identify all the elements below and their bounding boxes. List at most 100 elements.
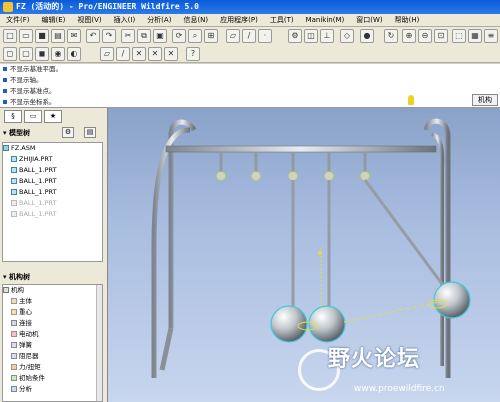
undo-icon[interactable]: ↶	[86, 29, 100, 43]
saved-views-icon[interactable]: ▦	[468, 29, 482, 43]
menu-analysis[interactable]: 分析(A)	[141, 14, 177, 27]
menu-info[interactable]: 信息(N)	[177, 14, 214, 27]
assembly-icon	[3, 145, 9, 151]
cut-icon[interactable]: ✂	[121, 29, 135, 43]
motors-icon	[11, 331, 17, 337]
tree-item[interactable]: BALL_1.PRT	[3, 165, 102, 176]
tree-item[interactable]: 初始条件	[3, 373, 102, 384]
menu-tools[interactable]: 工具(T)	[264, 14, 300, 27]
view-cube-icon[interactable]: ◻	[3, 47, 17, 61]
tree-item[interactable]: 分析	[3, 384, 102, 395]
main-toolbar: □ ▭ ■ ▤ ✉ ↶ ↷ ✂ ⧉ ▣ ⟳ ⌕ ⊞ ▱ / · ⚙ ◫ ⊥ ◇ …	[0, 27, 500, 45]
tree-item[interactable]: 机构	[3, 285, 102, 296]
open-icon[interactable]: ▭	[19, 29, 33, 43]
bodies-icon	[11, 298, 17, 304]
context-help-icon[interactable]: ?	[186, 47, 200, 61]
redo-icon[interactable]: ↷	[102, 29, 116, 43]
no-hidden-icon[interactable]: ◼	[35, 47, 49, 61]
tab-folder-browser[interactable]: ▭	[24, 110, 42, 123]
regenerate-icon[interactable]: ⟳	[172, 29, 186, 43]
watermark-text: 野火论坛	[328, 347, 421, 372]
datum-axis-icon[interactable]: /	[242, 29, 256, 43]
tree-item[interactable]: BALL_1.PRT	[3, 187, 102, 198]
tree-item[interactable]: ZHIJIA.PRT	[3, 154, 102, 165]
mechanism-tree-scrollbar[interactable]	[96, 285, 102, 401]
email-icon[interactable]: ✉	[67, 29, 81, 43]
shaded-icon[interactable]: ◉	[51, 47, 65, 61]
mechanism-icon[interactable]: ⚙	[288, 29, 302, 43]
mechanism-tree-header[interactable]: ▾ 机构树	[0, 270, 107, 284]
show-icon[interactable]: ▤	[84, 127, 96, 138]
tree-item[interactable]: BALL_1.PRT	[3, 198, 102, 209]
menu-view[interactable]: 视图(V)	[71, 14, 107, 27]
menu-insert[interactable]: 插入(I)	[108, 14, 142, 27]
menu-file[interactable]: 文件(F)	[0, 14, 36, 27]
paste-icon[interactable]: ▣	[153, 29, 167, 43]
hide-icon[interactable]: ◫	[304, 29, 318, 43]
orient-icon[interactable]: ⬚	[452, 29, 466, 43]
message-line: 不显示基准点。	[0, 86, 500, 97]
part-icon	[11, 189, 17, 195]
new-icon[interactable]: □	[3, 29, 17, 43]
layers-icon[interactable]: ≡	[484, 29, 498, 43]
tree-item[interactable]: FZ.ASM	[3, 143, 102, 154]
print-icon[interactable]: ▤	[51, 29, 65, 43]
part-icon	[11, 167, 17, 173]
tree-item[interactable]: 电动机	[3, 329, 102, 340]
csys-toggle-icon[interactable]: ✕	[148, 47, 162, 61]
refit-icon[interactable]: ⊡	[434, 29, 448, 43]
menu-edit[interactable]: 编辑(E)	[36, 14, 72, 27]
tree-item[interactable]: 重心	[3, 307, 102, 318]
dampers-icon	[11, 353, 17, 359]
part-icon	[11, 178, 17, 184]
gravity-icon	[11, 309, 17, 315]
message-area: 不显示基准平面。 不显示轴。 不显示基准点。 不显示坐标系。	[0, 64, 500, 108]
app-icon	[3, 2, 13, 12]
tree-item[interactable]: BALL_1.PRT	[3, 176, 102, 187]
tab-favorites[interactable]: ★	[44, 110, 62, 123]
points-toggle-icon[interactable]: ✕	[132, 47, 146, 61]
enhanced-realism-icon[interactable]: ◐	[67, 47, 81, 61]
spin-icon[interactable]: ↻	[384, 29, 398, 43]
hidden-line-icon[interactable]: ▢	[19, 47, 33, 61]
mechanism-icon	[3, 287, 9, 293]
zoom-out-icon[interactable]: ⊖	[418, 29, 432, 43]
force-icon	[11, 364, 17, 370]
menu-window[interactable]: 窗口(W)	[350, 14, 388, 27]
tree-item[interactable]: 弹簧	[3, 340, 102, 351]
datum-planes-toggle-icon[interactable]: ▱	[100, 47, 114, 61]
tree-item[interactable]: 主体	[3, 296, 102, 307]
model-tree-header[interactable]: ▾ 模型树 ⚙ ▤	[0, 126, 107, 140]
settings-icon[interactable]: ⚙	[62, 127, 74, 138]
watermark-url: www.proewildfire.cn	[354, 384, 445, 394]
datum-point-icon[interactable]: ·	[258, 29, 272, 43]
shading-icon[interactable]: ●	[360, 29, 374, 43]
message-line: 不显示基准平面。	[0, 64, 500, 75]
menu-help[interactable]: 帮助(H)	[389, 14, 426, 27]
menu-manikin[interactable]: Manikin(M)	[300, 14, 351, 27]
mechanism-tree: 机构 主体 重心 连接 电动机 弹簧 阻尼器 力/扭矩 初始条件 分析	[2, 284, 103, 402]
datum-plane-icon[interactable]: ▱	[226, 29, 240, 43]
status-bulb-icon[interactable]	[408, 95, 414, 105]
csys-icon[interactable]: ⊥	[320, 29, 334, 43]
analyses-icon	[11, 386, 17, 392]
tree-item[interactable]: 力/扭矩	[3, 362, 102, 373]
springs-icon	[11, 342, 17, 348]
tree-item[interactable]: BALL_1.PRT	[3, 209, 102, 220]
select-icon[interactable]: ⊞	[204, 29, 218, 43]
zoom-in-icon[interactable]: ⊕	[402, 29, 416, 43]
tab-model-tree[interactable]: §	[4, 110, 22, 123]
part-icon	[11, 156, 17, 162]
axes-toggle-icon[interactable]: /	[116, 47, 130, 61]
mode-badge: 机构	[472, 94, 498, 106]
wireframe-icon[interactable]: ◇	[340, 29, 354, 43]
secondary-toolbar: ◻ ▢ ◼ ◉ ◐ ▱ / ✕ ✕ ✕ ?	[0, 45, 500, 63]
tree-item[interactable]: 阻尼器	[3, 351, 102, 362]
tree-item[interactable]: 连接	[3, 318, 102, 329]
save-icon[interactable]: ■	[35, 29, 49, 43]
part-icon	[11, 211, 17, 217]
find-icon[interactable]: ⌕	[188, 29, 202, 43]
copy-icon[interactable]: ⧉	[137, 29, 151, 43]
menu-applications[interactable]: 应用程序(P)	[214, 14, 264, 27]
annotation-toggle-icon[interactable]: ✕	[164, 47, 178, 61]
